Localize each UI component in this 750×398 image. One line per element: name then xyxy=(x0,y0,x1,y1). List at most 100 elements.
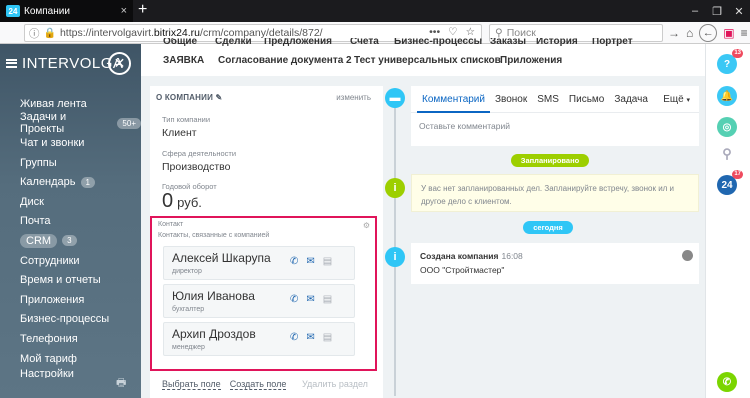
bookmark-star-icon[interactable]: ☆ xyxy=(466,26,475,38)
main-content: О КОМПАНИИ ✎ изменить Тип компании Клиен… xyxy=(141,76,705,398)
create-field-link[interactable]: Создать поле xyxy=(229,379,287,390)
sidebar-item-chat[interactable]: Чат и звонки xyxy=(0,133,141,153)
sidebar-item-disk[interactable]: Диск xyxy=(0,192,141,212)
tab-applications[interactable]: Приложения xyxy=(500,55,562,66)
planned-card: У вас нет запланированных дел. Запланиру… xyxy=(411,174,699,212)
tab-request[interactable]: ЗАЯВКА xyxy=(163,55,204,66)
gear-icon[interactable]: ⚙ xyxy=(363,221,370,230)
contact-role: менеджер xyxy=(172,344,205,351)
phone-icon[interactable]: ✆ xyxy=(290,256,298,267)
sidebar-item-tariff[interactable]: Мой тариф xyxy=(0,349,141,369)
contact-row[interactable]: Юлия Иванова бухгалтер ✆ ✉ ▤ xyxy=(163,284,355,318)
contact-name[interactable]: Архип Дроздов xyxy=(172,327,256,341)
tab-deals[interactable]: Сделки xyxy=(215,38,252,47)
card-footer: Выбрать поле Создать поле Удалить раздел xyxy=(162,379,368,390)
planned-text: У вас нет запланированных дел. Запланиру… xyxy=(421,184,675,206)
contact-row[interactable]: Архип Дроздов менеджер ✆ ✉ ▤ xyxy=(163,322,355,356)
sidebar-item-crm[interactable]: CRM 3 xyxy=(0,231,141,251)
tab-invoices[interactable]: Счета xyxy=(350,38,379,47)
contact-role: бухгалтер xyxy=(172,306,205,313)
crm-tabs-nav: Общие Сделки Предложения Счета Бизнес-пр… xyxy=(141,38,705,76)
sidebar-item-telephony[interactable]: Телефония xyxy=(0,329,141,349)
tab-doc-approval[interactable]: Согласование документа 2 xyxy=(218,55,352,66)
calendar-count-badge: 1 xyxy=(80,176,95,188)
tab-task[interactable]: Задача xyxy=(609,94,653,105)
sidebar-item-business-processes[interactable]: Бизнес-процессы xyxy=(0,310,141,330)
crm-count-badge: 3 xyxy=(62,235,77,247)
contact-row[interactable]: Алексей Шкарупа директор ✆ ✉ ▤ xyxy=(163,246,355,280)
tab-history[interactable]: История xyxy=(536,38,578,47)
tab-more[interactable]: Ещё ▾ xyxy=(658,94,695,105)
select-field-link[interactable]: Выбрать поле xyxy=(162,379,221,390)
mail-icon[interactable]: ✉ xyxy=(306,332,314,343)
pocket-save-icon[interactable]: ▣ xyxy=(723,26,734,40)
tab-list-test[interactable]: Тест универсальных списков xyxy=(354,55,501,66)
pencil-icon[interactable]: ✎ xyxy=(215,93,222,102)
sidebar-item-time-reports[interactable]: Время и отчеты xyxy=(0,270,141,290)
page-actions-icon[interactable]: ••• xyxy=(429,26,440,38)
chat-icon[interactable]: ▤ xyxy=(323,256,332,267)
help-icon[interactable]: ? 13 xyxy=(717,49,743,74)
sidebar-item-calendar[interactable]: Календарь 1 xyxy=(0,172,141,192)
edit-link[interactable]: изменить xyxy=(336,93,371,102)
activity-editor: Комментарий Звонок SMS Письмо Задача Ещё… xyxy=(411,86,699,146)
browser-tab[interactable]: 24 Компании × xyxy=(0,0,133,22)
tab-bp[interactable]: Бизнес-процессы xyxy=(394,38,482,47)
phone-icon[interactable]: ✆ xyxy=(290,294,298,305)
contact-name[interactable]: Алексей Шкарупа xyxy=(172,251,271,265)
sidebar-item-mail[interactable]: Почта xyxy=(0,212,141,232)
company-type-label: Тип компании xyxy=(162,115,211,124)
chat-icon[interactable]: ▤ xyxy=(323,332,332,343)
cut-tabs-row: Общие Сделки Предложения Счета Бизнес-пр… xyxy=(141,38,705,48)
bitrix24-icon[interactable]: 24 17 xyxy=(717,170,743,195)
contact-name[interactable]: Юлия Иванова xyxy=(172,289,255,303)
comment-input[interactable]: Оставьте комментарий xyxy=(419,121,510,131)
company-info-card: О КОМПАНИИ ✎ изменить Тип компании Клиен… xyxy=(150,86,383,398)
tab-sms[interactable]: SMS xyxy=(532,94,564,105)
phone-call-icon[interactable]: ✆ xyxy=(717,372,737,392)
avatar[interactable] xyxy=(682,250,693,261)
chat-icon[interactable]: ▤ xyxy=(323,294,332,305)
new-tab-button[interactable]: + xyxy=(138,1,147,19)
sidebar-item-apps[interactable]: Приложения xyxy=(0,290,141,310)
close-window-button[interactable]: ✕ xyxy=(728,0,750,22)
pocket-icon[interactable]: ♡ xyxy=(448,26,457,38)
contact-role: директор xyxy=(172,268,202,275)
tab-quotes[interactable]: Предложения xyxy=(264,38,332,47)
tab-orders[interactable]: Заказы xyxy=(490,38,526,47)
phone-icon[interactable]: ✆ xyxy=(290,332,298,343)
sidebar-item-tasks[interactable]: Задачи и Проекты 50+ xyxy=(0,111,141,135)
industry-value[interactable]: Производство xyxy=(162,161,230,173)
tab-call[interactable]: Звонок xyxy=(490,94,532,105)
mail-icon[interactable]: ✉ xyxy=(306,294,314,305)
close-menu-icon[interactable]: ✕ xyxy=(108,52,131,75)
delete-section-link[interactable]: Удалить раздел xyxy=(302,379,368,389)
contact-section: Контакт Контакты, связанные с компанией … xyxy=(150,216,377,371)
sidebar-item-employees[interactable]: Сотрудники xyxy=(0,251,141,271)
bell-icon[interactable]: 🔔 xyxy=(717,86,737,106)
sidebar-item-groups[interactable]: Группы xyxy=(0,153,141,173)
right-bar: ? 13 🔔 ◎ ⚲ 24 17 ✆ xyxy=(705,44,750,398)
hamburger-icon[interactable] xyxy=(6,58,17,68)
tab-email[interactable]: Письмо xyxy=(564,94,609,105)
tab-comment[interactable]: Комментарий xyxy=(417,94,490,113)
menu-icon[interactable]: ≡ xyxy=(741,26,748,40)
contact-title: Контакт xyxy=(158,221,184,228)
lock-icon[interactable]: 🔒 xyxy=(44,28,56,39)
tab-general[interactable]: Общие xyxy=(163,38,197,47)
tab-portrait[interactable]: Портрет xyxy=(592,38,633,47)
info-icon: i xyxy=(385,178,405,198)
mail-icon[interactable]: ✉ xyxy=(306,256,314,267)
info-icon[interactable]: ⓘ xyxy=(29,26,40,41)
printer-icon[interactable]: 🖶 xyxy=(116,374,126,393)
chat-icon[interactable]: ◎ xyxy=(717,117,737,137)
revenue-value[interactable]: 0 руб. xyxy=(162,190,202,213)
today-label: сегодня xyxy=(523,221,573,234)
chevron-down-icon: ▾ xyxy=(686,96,690,104)
maximize-button[interactable]: ❐ xyxy=(706,0,728,22)
tab-close-icon[interactable]: × xyxy=(121,5,127,17)
search-icon[interactable]: ⚲ xyxy=(717,144,737,164)
minimize-button[interactable]: – xyxy=(684,0,706,22)
company-type-value[interactable]: Клиент xyxy=(162,127,197,139)
section-title: О КОМПАНИИ ✎ xyxy=(156,93,223,102)
